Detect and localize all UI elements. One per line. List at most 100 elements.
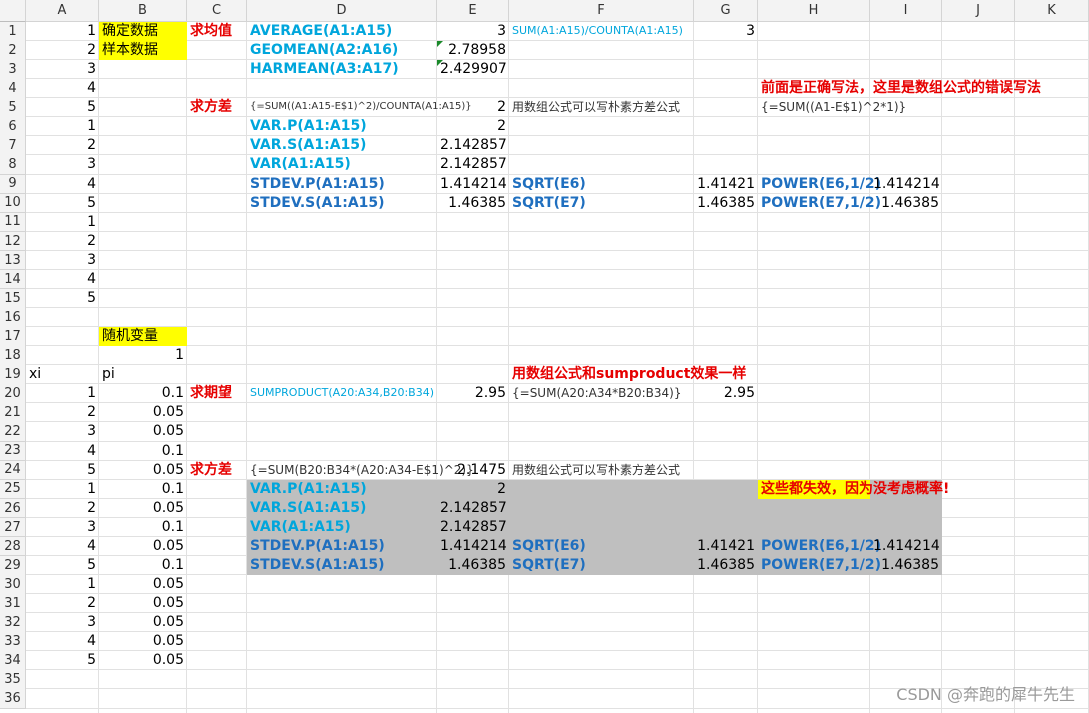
cell-b28[interactable]: 0.05 <box>99 537 187 556</box>
cell-b27[interactable]: 0.1 <box>99 518 187 537</box>
cell-b1[interactable]: 确定数据 <box>99 22 161 41</box>
cell-a13[interactable]: 3 <box>26 251 99 270</box>
row-header-31[interactable]: 31 <box>0 594 26 614</box>
cell-e5[interactable]: 2 <box>437 98 509 117</box>
row-header-10[interactable]: 10 <box>0 193 26 214</box>
cell-a10[interactable]: 5 <box>26 194 99 213</box>
row-header-23[interactable]: 23 <box>0 441 26 462</box>
row-header-30[interactable]: 30 <box>0 575 26 595</box>
cell-f9[interactable]: SQRT(E6) <box>509 175 589 194</box>
cell-a22[interactable]: 3 <box>26 422 99 441</box>
cell-d9[interactable]: STDEV.P(A1:A15) <box>247 175 388 194</box>
cell-e6[interactable]: 2 <box>437 117 509 136</box>
cell-a30[interactable]: 1 <box>26 575 99 594</box>
cell-a25[interactable]: 1 <box>26 480 99 499</box>
cell-c1[interactable]: 求均值 <box>187 22 235 41</box>
column-header-k[interactable]: K <box>1015 0 1089 22</box>
cell-i10[interactable]: 1.46385 <box>870 194 942 213</box>
cell-a8[interactable]: 3 <box>26 155 99 174</box>
cell-b34[interactable]: 0.05 <box>99 651 187 670</box>
row-header-21[interactable]: 21 <box>0 403 26 423</box>
spreadsheet[interactable]: A B C D E F G H I J K 1 2 3 4 5 6 7 8 9 10 11 12 13 14 15 16 17 18 19… <box>0 0 1089 713</box>
cell-f1[interactable]: SUM(A1:A15)/COUNTA(A1:A15) <box>509 22 686 41</box>
row-header-29[interactable]: 29 <box>0 555 26 576</box>
row-header-18[interactable]: 18 <box>0 346 26 366</box>
cell-e3[interactable]: 2.429907 <box>437 60 509 79</box>
cell-d28[interactable]: STDEV.P(A1:A15) <box>247 537 388 556</box>
cell-e26[interactable]: 2.142857 <box>437 499 509 518</box>
cell-a2[interactable]: 2 <box>26 41 99 60</box>
cell-e24[interactable]: 2.1475 <box>437 461 509 480</box>
cell-e10[interactable]: 1.46385 <box>437 194 509 213</box>
cell-h4[interactable]: 前面是正确写法，这里是数组公式的错误写法 <box>758 79 1044 98</box>
cell-a33[interactable]: 4 <box>26 632 99 651</box>
cell-h9[interactable]: POWER(E6,1/2) <box>758 175 884 194</box>
cell-a28[interactable]: 4 <box>26 537 99 556</box>
row-header-15[interactable]: 15 <box>0 288 26 309</box>
cell-h28[interactable]: POWER(E6,1/2) <box>758 537 884 556</box>
column-header-e[interactable]: E <box>437 0 509 22</box>
row-header-9[interactable]: 9 <box>0 174 26 195</box>
cell-a5[interactable]: 5 <box>26 98 99 117</box>
row-header-36[interactable]: 36 <box>0 689 26 709</box>
cell-e2[interactable]: 2.78958 <box>437 41 509 60</box>
cell-a21[interactable]: 2 <box>26 403 99 422</box>
cell-i29[interactable]: 1.46385 <box>870 556 942 575</box>
cell-e20[interactable]: 2.95 <box>437 384 509 403</box>
cell-e7[interactable]: 2.142857 <box>437 136 509 155</box>
cell-f24[interactable]: 用数组公式可以写朴素方差公式 <box>509 461 683 480</box>
cell-d1[interactable]: AVERAGE(A1:A15) <box>247 22 395 41</box>
cell-a14[interactable]: 4 <box>26 270 99 289</box>
row-header-27[interactable]: 27 <box>0 517 26 538</box>
cell-a31[interactable]: 2 <box>26 594 99 613</box>
cell-e29[interactable]: 1.46385 <box>437 556 509 575</box>
row-header-13[interactable]: 13 <box>0 250 26 271</box>
cell-d26[interactable]: VAR.S(A1:A15) <box>247 499 369 518</box>
row-header-19[interactable]: 19 <box>0 365 26 385</box>
cell-e8[interactable]: 2.142857 <box>437 155 509 174</box>
cell-g28[interactable]: 1.41421 <box>694 537 758 556</box>
cell-c20[interactable]: 求期望 <box>187 384 235 403</box>
column-header-i[interactable]: I <box>870 0 942 22</box>
cell-b19[interactable]: pi <box>99 365 118 384</box>
row-header-8[interactable]: 8 <box>0 155 26 176</box>
cell-g1[interactable]: 3 <box>694 22 758 41</box>
cell-d8[interactable]: VAR(A1:A15) <box>247 155 354 174</box>
cell-a34[interactable]: 5 <box>26 651 99 670</box>
cell-d10[interactable]: STDEV.S(A1:A15) <box>247 194 388 213</box>
row-header-33[interactable]: 33 <box>0 632 26 652</box>
row-header-26[interactable]: 26 <box>0 498 26 519</box>
row-header-35[interactable]: 35 <box>0 670 26 690</box>
cell-f29[interactable]: SQRT(E7) <box>509 556 589 575</box>
cell-i9[interactable]: 1.414214 <box>870 175 942 194</box>
row-header-3[interactable]: 3 <box>0 60 26 80</box>
row-header-20[interactable]: 20 <box>0 384 26 404</box>
cell-a3[interactable]: 3 <box>26 60 99 79</box>
cell-b33[interactable]: 0.05 <box>99 632 187 651</box>
cell-a7[interactable]: 2 <box>26 136 99 155</box>
cell-g10[interactable]: 1.46385 <box>694 194 758 213</box>
cell-a29[interactable]: 5 <box>26 556 99 575</box>
cell-f19[interactable]: 用数组公式和sumproduct效果一样 <box>509 365 749 384</box>
column-header-j[interactable]: J <box>942 0 1015 22</box>
cell-g29[interactable]: 1.46385 <box>694 556 758 575</box>
cell-c5[interactable]: 求方差 <box>187 98 235 117</box>
row-header-5[interactable]: 5 <box>0 98 26 118</box>
cell-b25[interactable]: 0.1 <box>99 480 187 499</box>
cell-a24[interactable]: 5 <box>26 461 99 480</box>
cell-a26[interactable]: 2 <box>26 499 99 518</box>
cell-d3[interactable]: HARMEAN(A3:A17) <box>247 60 402 79</box>
cell-e25[interactable]: 2 <box>437 480 509 499</box>
row-header-28[interactable]: 28 <box>0 536 26 557</box>
row-header-24[interactable]: 24 <box>0 460 26 481</box>
cell-g20[interactable]: 2.95 <box>694 384 758 403</box>
row-header-6[interactable]: 6 <box>0 117 26 137</box>
row-header-1[interactable]: 1 <box>0 22 26 42</box>
row-header-17[interactable]: 17 <box>0 327 26 347</box>
row-header-16[interactable]: 16 <box>0 308 26 328</box>
select-all-corner[interactable] <box>0 0 26 22</box>
cell-d6[interactable]: VAR.P(A1:A15) <box>247 117 370 136</box>
cell-a27[interactable]: 3 <box>26 518 99 537</box>
cell-b20[interactable]: 0.1 <box>99 384 187 403</box>
column-header-c[interactable]: C <box>187 0 247 22</box>
